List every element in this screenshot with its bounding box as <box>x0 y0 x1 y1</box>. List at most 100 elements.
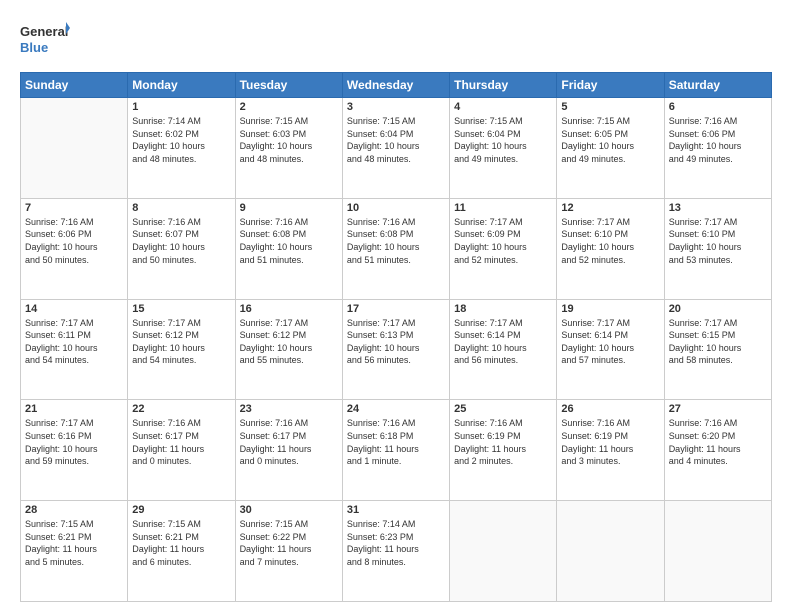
calendar-header-row: SundayMondayTuesdayWednesdayThursdayFrid… <box>21 73 772 98</box>
header-monday: Monday <box>128 73 235 98</box>
header-sunday: Sunday <box>21 73 128 98</box>
calendar-cell: 23 Sunrise: 7:16 AM Sunset: 6:17 PM Dayli… <box>235 400 342 501</box>
calendar-cell: 3Sunrise: 7:15 AM Sunset: 6:04 PM Daylig… <box>342 98 449 199</box>
day-info: Sunrise: 7:17 AM Sunset: 6:13 PM Dayligh… <box>347 317 445 367</box>
day-number: 2 <box>240 101 338 113</box>
day-number: 1 <box>132 101 230 113</box>
day-number: 14 <box>25 303 123 315</box>
calendar-cell: 30 Sunrise: 7:15 AM Sunset: 6:22 PM Dayli… <box>235 501 342 602</box>
day-info: Sunrise: 7:17 AM Sunset: 6:12 PM Dayligh… <box>240 317 338 367</box>
day-info: Sunrise: 7:16 AM Sunset: 6:07 PM Dayligh… <box>132 216 230 266</box>
calendar-cell: 1 Sunrise: 7:14 AM Sunset: 6:02 PM Daylig… <box>128 98 235 199</box>
calendar-cell: 15 Sunrise: 7:17 AM Sunset: 6:12 PM Dayli… <box>128 299 235 400</box>
day-info: Sunrise: 7:17 AM Sunset: 6:15 PM Dayligh… <box>669 317 767 367</box>
day-info: Sunrise: 7:17 AM Sunset: 6:09 PM Dayligh… <box>454 216 552 266</box>
calendar-cell: 8 Sunrise: 7:16 AM Sunset: 6:07 PM Daylig… <box>128 198 235 299</box>
day-number: 5 <box>561 101 659 113</box>
week-row-3: 14 Sunrise: 7:17 AM Sunset: 6:11 PM Dayli… <box>21 299 772 400</box>
header-saturday: Saturday <box>664 73 771 98</box>
day-info: Sunrise: 7:15 AM Sunset: 6:21 PM Dayligh… <box>132 518 230 568</box>
svg-text:General: General <box>20 24 68 39</box>
day-number: 3 <box>347 101 445 113</box>
calendar-cell: 2 Sunrise: 7:15 AM Sunset: 6:03 PM Daylig… <box>235 98 342 199</box>
header-thursday: Thursday <box>450 73 557 98</box>
day-info: Sunrise: 7:17 AM Sunset: 6:16 PM Dayligh… <box>25 417 123 467</box>
calendar-cell: 4 Sunrise: 7:15 AM Sunset: 6:04 PM Daylig… <box>450 98 557 199</box>
day-number: 6 <box>669 101 767 113</box>
calendar-cell: 11 Sunrise: 7:17 AM Sunset: 6:09 PM Dayli… <box>450 198 557 299</box>
week-row-4: 21 Sunrise: 7:17 AM Sunset: 6:16 PM Dayli… <box>21 400 772 501</box>
calendar-cell: 12Sunrise: 7:17 AM Sunset: 6:10 PM Dayli… <box>557 198 664 299</box>
header-wednesday: Wednesday <box>342 73 449 98</box>
day-info: Sunrise: 7:15 AM Sunset: 6:05 PM Dayligh… <box>561 115 659 165</box>
calendar-cell: 31Sunrise: 7:14 AM Sunset: 6:23 PM Dayli… <box>342 501 449 602</box>
day-number: 19 <box>561 303 659 315</box>
day-info: Sunrise: 7:16 AM Sunset: 6:08 PM Dayligh… <box>240 216 338 266</box>
week-row-1: 1 Sunrise: 7:14 AM Sunset: 6:02 PM Daylig… <box>21 98 772 199</box>
day-info: Sunrise: 7:16 AM Sunset: 6:08 PM Dayligh… <box>347 216 445 266</box>
calendar-cell: 5 Sunrise: 7:15 AM Sunset: 6:05 PM Daylig… <box>557 98 664 199</box>
calendar-cell: 29 Sunrise: 7:15 AM Sunset: 6:21 PM Dayli… <box>128 501 235 602</box>
calendar-cell <box>557 501 664 602</box>
logo: General Blue <box>20 18 70 62</box>
day-number: 23 <box>240 403 338 415</box>
day-number: 9 <box>240 202 338 214</box>
page-header: General Blue <box>20 18 772 62</box>
calendar-cell: 7Sunrise: 7:16 AM Sunset: 6:06 PM Daylig… <box>21 198 128 299</box>
calendar-cell: 26Sunrise: 7:16 AM Sunset: 6:19 PM Dayli… <box>557 400 664 501</box>
day-number: 4 <box>454 101 552 113</box>
day-number: 17 <box>347 303 445 315</box>
day-number: 15 <box>132 303 230 315</box>
calendar-cell <box>21 98 128 199</box>
calendar-cell: 22 Sunrise: 7:16 AM Sunset: 6:17 PM Dayli… <box>128 400 235 501</box>
day-number: 16 <box>240 303 338 315</box>
day-info: Sunrise: 7:17 AM Sunset: 6:14 PM Dayligh… <box>454 317 552 367</box>
day-info: Sunrise: 7:16 AM Sunset: 6:17 PM Dayligh… <box>240 417 338 467</box>
calendar-cell: 6 Sunrise: 7:16 AM Sunset: 6:06 PM Daylig… <box>664 98 771 199</box>
day-info: Sunrise: 7:16 AM Sunset: 6:06 PM Dayligh… <box>669 115 767 165</box>
calendar-cell: 9 Sunrise: 7:16 AM Sunset: 6:08 PM Daylig… <box>235 198 342 299</box>
day-info: Sunrise: 7:15 AM Sunset: 6:22 PM Dayligh… <box>240 518 338 568</box>
calendar-cell <box>450 501 557 602</box>
day-number: 27 <box>669 403 767 415</box>
day-info: Sunrise: 7:17 AM Sunset: 6:12 PM Dayligh… <box>132 317 230 367</box>
calendar-cell: 21 Sunrise: 7:17 AM Sunset: 6:16 PM Dayli… <box>21 400 128 501</box>
week-row-2: 7Sunrise: 7:16 AM Sunset: 6:06 PM Daylig… <box>21 198 772 299</box>
week-row-5: 28 Sunrise: 7:15 AM Sunset: 6:21 PM Dayli… <box>21 501 772 602</box>
day-number: 30 <box>240 504 338 516</box>
svg-text:Blue: Blue <box>20 40 48 55</box>
day-number: 12 <box>561 202 659 214</box>
calendar-cell: 27 Sunrise: 7:16 AM Sunset: 6:20 PM Dayli… <box>664 400 771 501</box>
calendar-cell <box>664 501 771 602</box>
calendar-table: SundayMondayTuesdayWednesdayThursdayFrid… <box>20 72 772 602</box>
calendar-cell: 17 Sunrise: 7:17 AM Sunset: 6:13 PM Dayli… <box>342 299 449 400</box>
day-number: 21 <box>25 403 123 415</box>
day-info: Sunrise: 7:17 AM Sunset: 6:14 PM Dayligh… <box>561 317 659 367</box>
day-number: 29 <box>132 504 230 516</box>
day-info: Sunrise: 7:17 AM Sunset: 6:11 PM Dayligh… <box>25 317 123 367</box>
day-number: 11 <box>454 202 552 214</box>
day-info: Sunrise: 7:15 AM Sunset: 6:04 PM Dayligh… <box>454 115 552 165</box>
day-number: 8 <box>132 202 230 214</box>
day-number: 28 <box>25 504 123 516</box>
day-info: Sunrise: 7:16 AM Sunset: 6:20 PM Dayligh… <box>669 417 767 467</box>
day-info: Sunrise: 7:16 AM Sunset: 6:06 PM Dayligh… <box>25 216 123 266</box>
day-number: 13 <box>669 202 767 214</box>
calendar-cell: 16 Sunrise: 7:17 AM Sunset: 6:12 PM Dayli… <box>235 299 342 400</box>
header-friday: Friday <box>557 73 664 98</box>
day-number: 18 <box>454 303 552 315</box>
day-number: 25 <box>454 403 552 415</box>
day-number: 22 <box>132 403 230 415</box>
calendar-cell: 14 Sunrise: 7:17 AM Sunset: 6:11 PM Dayli… <box>21 299 128 400</box>
calendar-cell: 19 Sunrise: 7:17 AM Sunset: 6:14 PM Dayli… <box>557 299 664 400</box>
day-info: Sunrise: 7:16 AM Sunset: 6:19 PM Dayligh… <box>454 417 552 467</box>
header-tuesday: Tuesday <box>235 73 342 98</box>
day-info: Sunrise: 7:14 AM Sunset: 6:02 PM Dayligh… <box>132 115 230 165</box>
day-info: Sunrise: 7:16 AM Sunset: 6:18 PM Dayligh… <box>347 417 445 467</box>
calendar-cell: 20Sunrise: 7:17 AM Sunset: 6:15 PM Dayli… <box>664 299 771 400</box>
day-info: Sunrise: 7:16 AM Sunset: 6:17 PM Dayligh… <box>132 417 230 467</box>
day-number: 31 <box>347 504 445 516</box>
logo-svg: General Blue <box>20 18 70 62</box>
calendar-cell: 28Sunrise: 7:15 AM Sunset: 6:21 PM Dayli… <box>21 501 128 602</box>
day-info: Sunrise: 7:15 AM Sunset: 6:03 PM Dayligh… <box>240 115 338 165</box>
